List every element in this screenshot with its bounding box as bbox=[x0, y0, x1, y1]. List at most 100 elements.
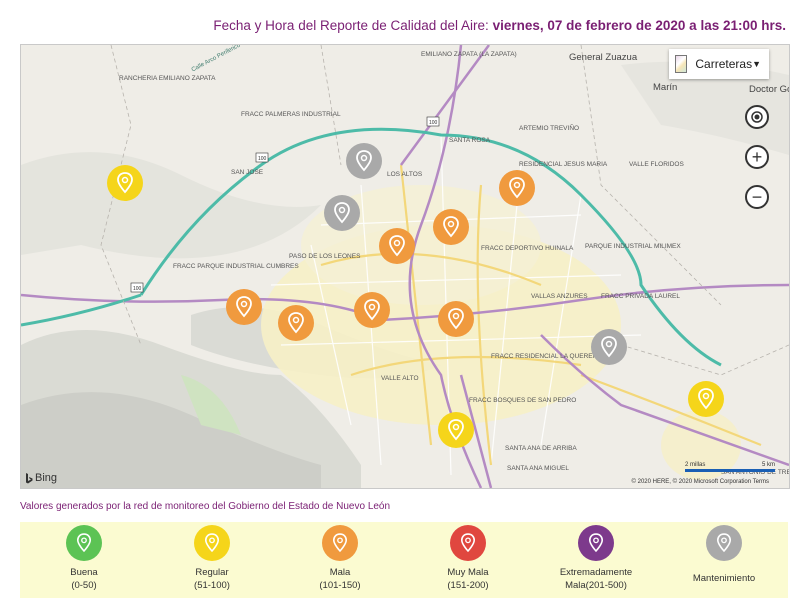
station-marker-regular[interactable] bbox=[438, 412, 474, 448]
location-pin-icon bbox=[389, 235, 405, 257]
map-label: RESIDENCIAL JESUS MARIA bbox=[519, 161, 608, 168]
location-pin-icon bbox=[364, 299, 380, 321]
layer-label: Carreteras bbox=[695, 57, 753, 71]
network-note: Valores generados por la red de monitore… bbox=[20, 501, 391, 512]
map-label: Doctor Go bbox=[749, 84, 790, 95]
legend-swatch bbox=[66, 525, 102, 561]
map-label: General Zuazua bbox=[569, 52, 638, 63]
legend-swatch bbox=[322, 525, 358, 561]
minus-icon: − bbox=[751, 187, 763, 207]
bing-label: Bing bbox=[35, 472, 58, 484]
map-label: SANTA ANA DE ARRIBA bbox=[505, 445, 577, 452]
legend-label: Muy Mala (151-200) bbox=[447, 566, 488, 592]
station-marker-mala[interactable] bbox=[226, 289, 262, 325]
location-pin-icon bbox=[117, 172, 133, 194]
map-label: FRACC RESIDENCIAL LA QUERENCIA bbox=[491, 353, 609, 360]
station-marker-mantenimiento[interactable] bbox=[591, 329, 627, 365]
location-pin-icon bbox=[448, 419, 464, 441]
map-label: PASO DE LOS LEONES bbox=[289, 253, 361, 260]
legend-name: Extremadamente bbox=[559, 567, 633, 578]
location-pin-icon bbox=[698, 388, 714, 410]
location-pin-icon bbox=[204, 533, 220, 553]
air-quality-map[interactable]: 100 100 100 Calle Arco Periferico RANCHE… bbox=[20, 44, 790, 489]
report-title: Fecha y Hora del Reporte de Calidad del … bbox=[213, 18, 786, 33]
caret-down-icon: ▼ bbox=[752, 59, 761, 69]
map-label: SANTA ANA MIGUEL bbox=[507, 465, 570, 472]
scale-bar bbox=[685, 469, 775, 472]
map-scale: 2 millas 5 km bbox=[685, 462, 775, 472]
zoom-in-button[interactable]: + bbox=[745, 145, 769, 169]
map-label: SANTA ROSA bbox=[449, 137, 491, 144]
location-pin-icon bbox=[76, 533, 92, 553]
legend: Buena (0-50) Regular (51-100) Mala (101-150) M… bbox=[20, 522, 788, 598]
map-base: 100 100 100 bbox=[21, 45, 789, 488]
bing-logo: Bing bbox=[25, 472, 57, 484]
locate-icon bbox=[751, 111, 763, 123]
layer-thumbnail-icon bbox=[675, 55, 688, 73]
legend-swatch bbox=[578, 525, 614, 561]
location-pin-icon bbox=[334, 202, 350, 224]
bing-icon bbox=[26, 472, 33, 483]
legend-swatch bbox=[450, 525, 486, 561]
station-marker-mala[interactable] bbox=[278, 305, 314, 341]
map-attribution[interactable]: © 2020 HERE, © 2020 Microsoft Corporatio… bbox=[632, 479, 769, 485]
legend-swatch bbox=[706, 525, 742, 561]
location-pin-icon bbox=[236, 296, 252, 318]
map-label: PARQUE INDUSTRIAL MILIMEX bbox=[585, 243, 681, 250]
station-marker-mala[interactable] bbox=[438, 301, 474, 337]
location-pin-icon bbox=[460, 533, 476, 553]
map-label: FRACC PALMERAS INDUSTRIAL bbox=[241, 111, 341, 118]
station-marker-mala[interactable] bbox=[354, 292, 390, 328]
legend-range: Mala(201-500) bbox=[565, 580, 627, 591]
location-pin-icon bbox=[288, 312, 304, 334]
legend-label: Regular (51-100) bbox=[194, 566, 230, 592]
legend-name: Muy Mala bbox=[447, 567, 489, 578]
legend-name: Regular bbox=[195, 567, 229, 578]
legend-label: Extremadamente Mala(201-500) bbox=[560, 566, 632, 592]
station-marker-regular[interactable] bbox=[688, 381, 724, 417]
legend-label: Mala (101-150) bbox=[319, 566, 360, 592]
map-label: VALLE ALTO bbox=[381, 375, 419, 382]
location-pin-icon bbox=[443, 216, 459, 238]
station-marker-mantenimiento[interactable] bbox=[346, 143, 382, 179]
station-marker-mala[interactable] bbox=[379, 228, 415, 264]
report-title-prefix: Fecha y Hora del Reporte de Calidad del … bbox=[213, 18, 489, 33]
station-marker-mala[interactable] bbox=[433, 209, 469, 245]
legend-name: Buena bbox=[70, 567, 98, 578]
legend-item: Muy Mala (151-200) bbox=[408, 522, 528, 592]
location-pin-icon bbox=[588, 533, 604, 553]
location-pin-icon bbox=[509, 177, 525, 199]
legend-item: Mala (101-150) bbox=[280, 522, 400, 592]
map-layer-selector[interactable]: Carreteras ▼ bbox=[669, 49, 769, 79]
svg-text:100: 100 bbox=[258, 156, 267, 162]
location-pin-icon bbox=[716, 533, 732, 553]
map-label: Marín bbox=[653, 82, 678, 93]
legend-label: Mantenimiento bbox=[693, 572, 755, 585]
station-marker-mantenimiento[interactable] bbox=[324, 195, 360, 231]
legend-label: Buena (0-50) bbox=[70, 566, 97, 592]
legend-item: Extremadamente Mala(201-500) bbox=[536, 522, 656, 592]
station-marker-mala[interactable] bbox=[499, 170, 535, 206]
map-label: RANCHERIA EMILIANO ZAPATA bbox=[119, 75, 216, 82]
map-label: VALLE FLORIDOS bbox=[629, 161, 684, 168]
location-pin-icon bbox=[448, 308, 464, 330]
legend-swatch bbox=[194, 525, 230, 561]
svg-text:100: 100 bbox=[133, 286, 142, 292]
zoom-out-button[interactable]: − bbox=[745, 185, 769, 209]
map-label: FRACC PARQUE INDUSTRIAL CUMBRES bbox=[173, 263, 299, 270]
location-pin-icon bbox=[332, 533, 348, 553]
location-pin-icon bbox=[356, 150, 372, 172]
scale-right-label: 5 km bbox=[761, 462, 775, 468]
svg-text:100: 100 bbox=[429, 120, 438, 126]
map-label: LOS ALTOS bbox=[387, 171, 423, 178]
map-label: ARTEMIO TREVIÑO bbox=[519, 125, 580, 132]
legend-item: Buena (0-50) bbox=[24, 522, 144, 592]
locate-button[interactable] bbox=[745, 105, 769, 129]
scale-left-label: 2 millas bbox=[685, 462, 706, 468]
station-marker-regular[interactable] bbox=[107, 165, 143, 201]
legend-range: (151-200) bbox=[447, 580, 489, 591]
map-label: FRACC DEPORTIVO HUINALA bbox=[481, 245, 574, 252]
location-pin-icon bbox=[601, 336, 617, 358]
legend-name: Mantenimiento bbox=[692, 573, 756, 584]
map-label: FRACC PRIVADA LAUREL bbox=[601, 293, 680, 300]
